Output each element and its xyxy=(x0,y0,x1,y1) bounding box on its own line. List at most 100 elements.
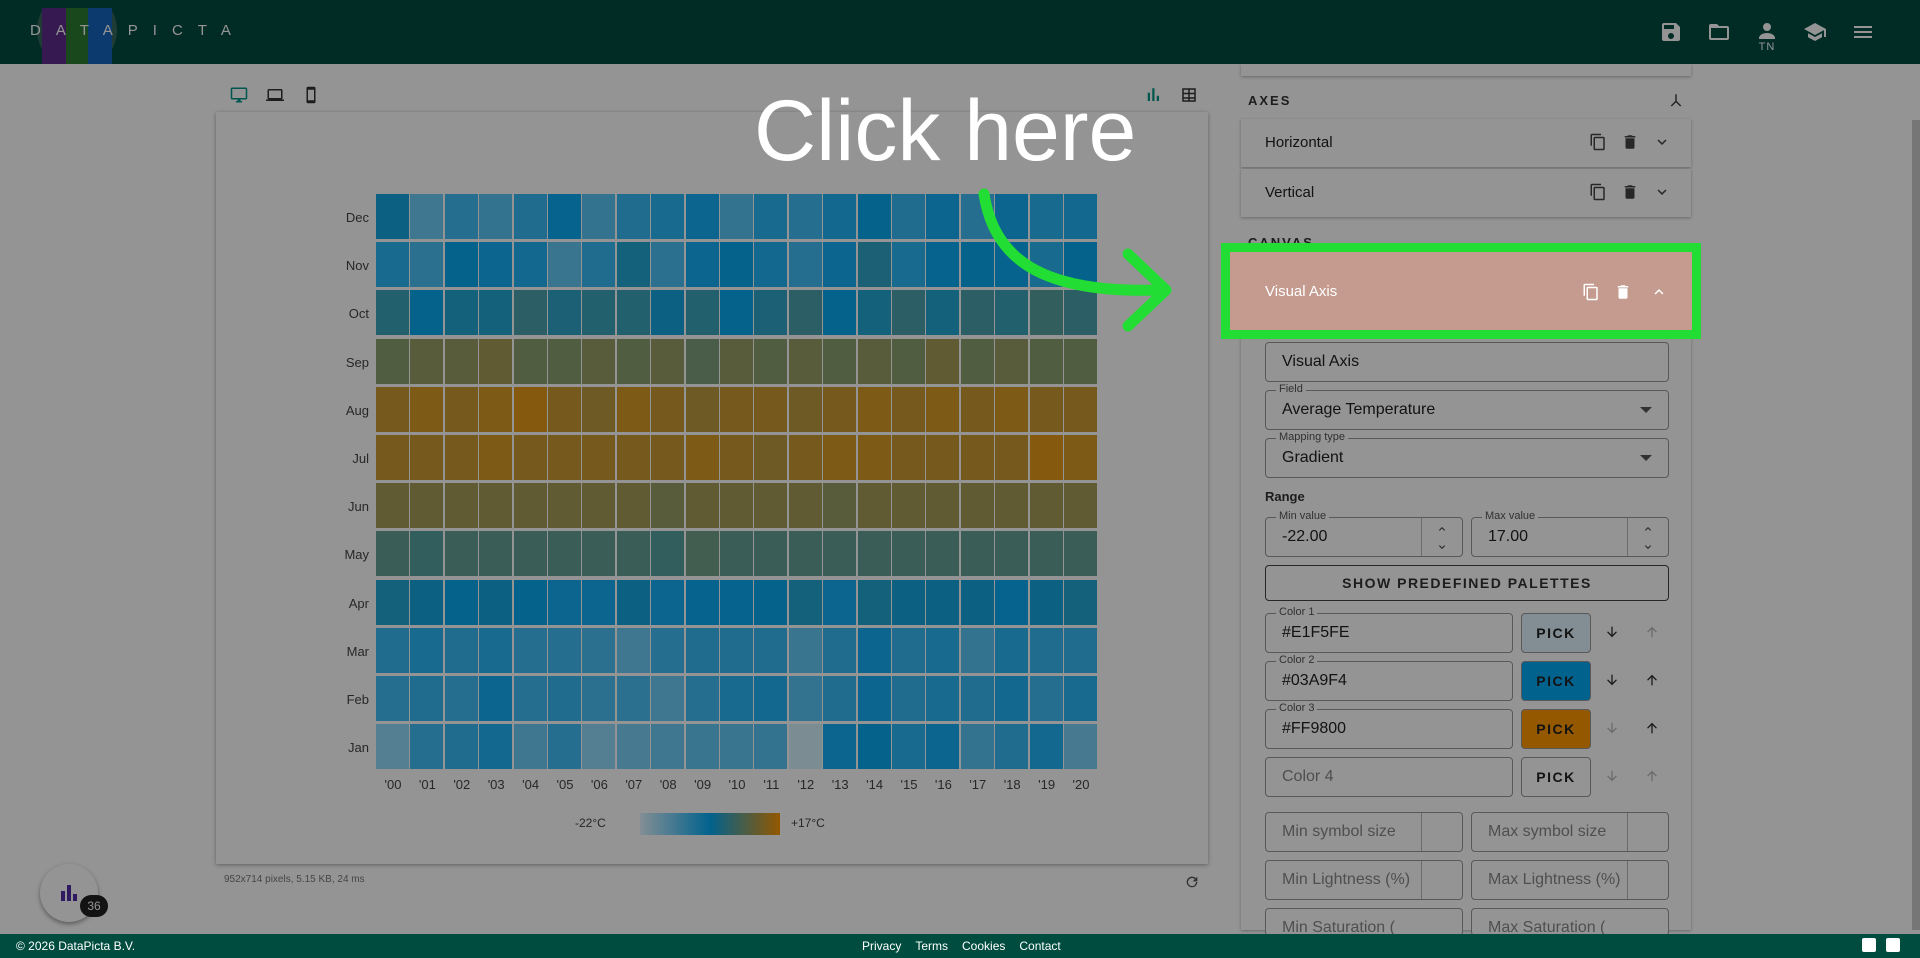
youtube-icon[interactable] xyxy=(1862,938,1876,952)
app-logo[interactable]: DATAPICTA xyxy=(8,0,231,64)
max-saturation-input[interactable]: Max Saturation ( xyxy=(1471,908,1669,936)
heatmap-cell xyxy=(409,723,445,771)
chevron-down-icon[interactable] xyxy=(1653,183,1671,201)
folder-open-icon[interactable] xyxy=(1706,19,1732,45)
heatmap-cell xyxy=(615,530,651,578)
color-1-input[interactable]: Color 1 #E1F5FE xyxy=(1265,606,1513,653)
school-icon[interactable] xyxy=(1802,19,1828,45)
increment-icon[interactable] xyxy=(1642,522,1652,532)
refresh-icon[interactable] xyxy=(1184,874,1200,890)
move-down-icon[interactable] xyxy=(1604,768,1620,784)
heatmap-cell xyxy=(443,193,479,240)
chevron-down-icon[interactable] xyxy=(1653,133,1671,151)
heatmap-cell xyxy=(856,434,892,481)
account-icon[interactable]: TN xyxy=(1754,19,1780,53)
axis-name-field[interactable]: Visual Axis xyxy=(1265,342,1669,382)
pick-color-button[interactable]: PICK xyxy=(1521,613,1591,653)
move-down-icon[interactable] xyxy=(1604,672,1620,688)
move-up-icon[interactable] xyxy=(1644,672,1660,688)
min-symbol-size-input[interactable]: Min symbol size xyxy=(1265,812,1463,852)
contact-link[interactable]: Contact xyxy=(1019,939,1060,953)
menu-icon[interactable] xyxy=(1850,19,1876,45)
x-tick-label: '01 xyxy=(418,777,436,792)
heatmap-cell xyxy=(856,289,892,337)
heatmap-cell xyxy=(547,578,582,626)
save-icon[interactable] xyxy=(1658,19,1684,45)
heatmap-cell xyxy=(684,434,720,481)
pick-color-button[interactable]: PICK xyxy=(1521,661,1591,701)
gallery-count-badge: 36 xyxy=(80,895,108,917)
terms-link[interactable]: Terms xyxy=(915,939,948,953)
move-up-icon[interactable] xyxy=(1644,768,1660,784)
duplicate-icon[interactable] xyxy=(1589,133,1607,151)
heatmap-cell xyxy=(478,626,514,674)
max-lightness-input[interactable]: Max Lightness (%) xyxy=(1471,860,1669,900)
field-select[interactable]: Field Average Temperature xyxy=(1265,383,1669,430)
x-tick-label: '14 xyxy=(866,777,884,792)
x-tick-label: '07 xyxy=(625,777,643,792)
heatmap-cell xyxy=(512,385,548,433)
heatmap-cell xyxy=(719,530,754,578)
privacy-link[interactable]: Privacy xyxy=(862,939,901,953)
heatmap-cell xyxy=(478,241,514,289)
heatmap-cell xyxy=(581,723,617,771)
heatmap-cell xyxy=(409,385,445,433)
max-value-input[interactable]: Max value 17.00 xyxy=(1471,510,1669,557)
heatmap-cell xyxy=(1028,578,1064,626)
delete-icon[interactable] xyxy=(1621,133,1639,151)
laptop-icon[interactable] xyxy=(266,86,286,106)
heatmap-cell xyxy=(959,675,995,722)
heatmap-cell xyxy=(891,289,926,337)
horizontal-axis-item[interactable]: Horizontal xyxy=(1241,119,1691,167)
delete-icon[interactable] xyxy=(1621,183,1639,201)
decrement-icon[interactable] xyxy=(1436,540,1446,550)
pick-color-button[interactable]: PICK xyxy=(1521,757,1591,797)
dropdown-arrow-icon xyxy=(1640,407,1652,413)
vertical-axis-item[interactable]: Vertical xyxy=(1241,169,1691,217)
linkedin-icon[interactable] xyxy=(1886,938,1900,952)
heatmap-cell xyxy=(615,241,651,289)
x-tick-label: '08 xyxy=(659,777,677,792)
heatmap-cell xyxy=(512,482,548,530)
heatmap-cell xyxy=(787,241,823,289)
chart-view-icon[interactable] xyxy=(1144,86,1164,106)
color-3-input[interactable]: Color 3 #FF9800 xyxy=(1265,702,1513,749)
heatmap-cell xyxy=(478,530,514,578)
x-tick-label: '02 xyxy=(453,777,471,792)
desktop-icon[interactable] xyxy=(230,86,250,106)
color-4-input[interactable]: Color 4 xyxy=(1265,757,1513,797)
decrement-icon[interactable] xyxy=(1642,540,1652,550)
heatmap-cell xyxy=(1063,337,1098,385)
y-tick-label: Dec xyxy=(345,210,369,225)
max-symbol-size-input[interactable]: Max symbol size xyxy=(1471,812,1669,852)
x-tick-label: '18 xyxy=(1003,777,1021,792)
cookies-link[interactable]: Cookies xyxy=(962,939,1005,953)
heatmap-cell xyxy=(891,385,926,433)
heatmap-cell xyxy=(856,626,892,674)
phone-icon[interactable] xyxy=(302,86,322,106)
move-up-icon[interactable] xyxy=(1644,624,1660,640)
heatmap-cell xyxy=(478,289,514,337)
page-scrollbar[interactable] xyxy=(1912,120,1920,930)
mapping-type-select[interactable]: Mapping type Gradient xyxy=(1265,431,1669,478)
min-value-input[interactable]: Min value -22.00 xyxy=(1265,510,1463,557)
min-lightness-input[interactable]: Min Lightness (%) xyxy=(1265,860,1463,900)
heatmap-cell xyxy=(822,530,858,578)
pick-color-button[interactable]: PICK xyxy=(1521,709,1591,749)
heatmap-cell xyxy=(581,289,617,337)
highlight-box xyxy=(1221,243,1701,339)
min-saturation-input[interactable]: Min Saturation ( xyxy=(1265,908,1463,936)
move-up-icon[interactable] xyxy=(1644,720,1660,736)
color-2-input[interactable]: Color 2 #03A9F4 xyxy=(1265,654,1513,701)
show-palettes-button[interactable]: SHOW PREDEFINED PALETTES xyxy=(1265,565,1669,601)
heatmap-cell xyxy=(891,578,926,626)
table-view-icon[interactable] xyxy=(1180,86,1200,106)
move-down-icon[interactable] xyxy=(1604,720,1620,736)
heatmap-cell xyxy=(822,434,858,481)
move-down-icon[interactable] xyxy=(1604,624,1620,640)
heatmap-cell xyxy=(719,578,754,626)
y-tick-label: Apr xyxy=(348,595,369,611)
duplicate-icon[interactable] xyxy=(1589,183,1607,201)
increment-icon[interactable] xyxy=(1436,522,1446,532)
heatmap-cell xyxy=(512,626,548,674)
